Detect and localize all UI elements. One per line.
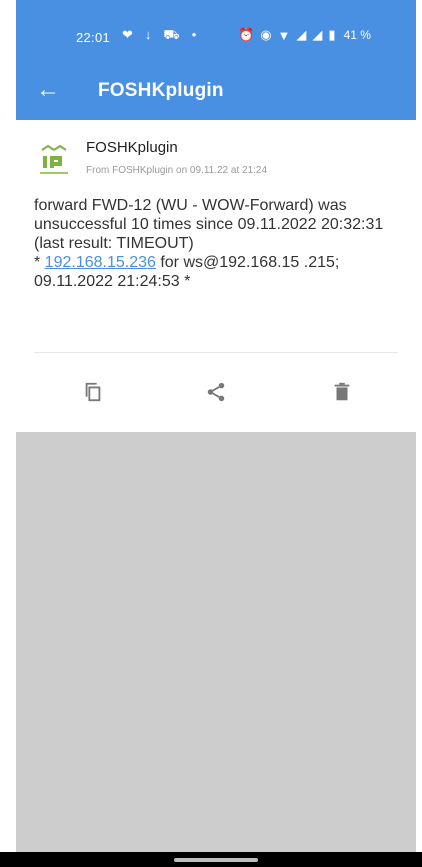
share-button[interactable] [200,376,232,408]
ip-link[interactable]: 192.168.15.236 [45,254,156,271]
status-left-icons: ❤ ↓ ⛟ • [122,27,196,45]
status-bar: 22:01 ❤ ↓ ⛟ • ⏰ ◉ ▼ ◢ ◢ ▮ 41 % [16,0,416,68]
wifi-icon: ▼ [277,27,291,43]
notification-meta: From FOSHKplugin on 09.11.22 at 21:24 [86,165,268,176]
signal-icon: ◢ [312,27,323,42]
signal-icon: ◢ [296,27,307,42]
notification-actions [16,370,416,414]
delete-icon [334,382,350,401]
alarm-icon: ⏰ [238,27,255,42]
delete-button[interactable] [326,376,358,408]
notification-message: forward FWD-12 (WU - WOW-Forward) was un… [34,196,402,291]
eye-icon: ◉ [260,27,272,42]
copy-icon [85,382,101,402]
divider [34,352,398,353]
car-icon: ⛟ [163,27,180,42]
arrow-left-icon[interactable]: ← [36,76,60,104]
phone-screen: 22:01 ❤ ↓ ⛟ • ⏰ ◉ ▼ ◢ ◢ ▮ 41 % ← FOSHKpl… [16,0,416,867]
notification-app-name: FOSHKplugin [86,139,178,156]
app-bar: ← FOSHKplugin [16,68,416,120]
notification-card: FOSHKplugin From FOSHKplugin on 09.11.22… [16,120,416,432]
share-icon [207,382,225,402]
status-right-icons: ⏰ ◉ ▼ ◢ ◢ ▮ 41 % [238,27,371,43]
copy-button[interactable] [77,376,109,408]
battery-level: 41 % [343,28,371,42]
app-logo-icon [40,144,68,174]
battery-icon: ▮ [328,27,336,42]
status-time: 22:01 [76,30,111,45]
page-title: FOSHKplugin [98,80,224,101]
heart-icon: ❤ [122,27,133,42]
download-icon: ↓ [144,27,152,42]
dot-icon: • [191,27,197,42]
home-gesture-handle[interactable] [174,858,258,862]
